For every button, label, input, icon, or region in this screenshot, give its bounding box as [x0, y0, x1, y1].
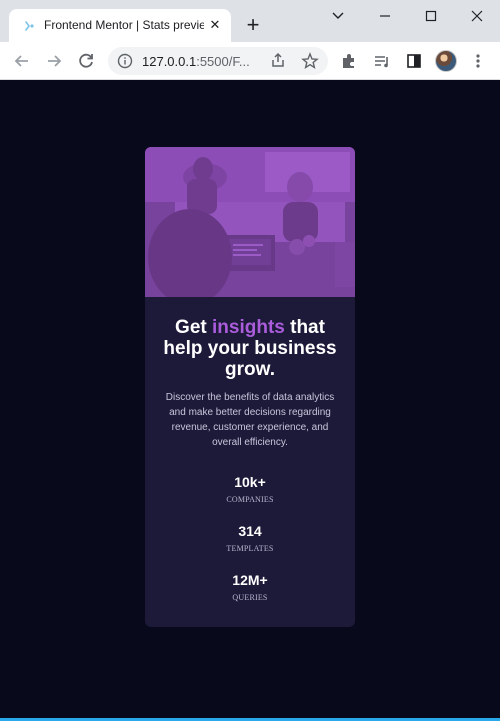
url-host: 127.0.0.1: [142, 54, 197, 69]
chevron-down-icon[interactable]: [327, 5, 349, 27]
heading-accent-word: insights: [212, 317, 285, 338]
card-heading: Get insights that help your business gro…: [157, 317, 343, 380]
back-arrow-icon[interactable]: [11, 50, 33, 72]
browser-tab[interactable]: Frontend Mentor | Stats preview card com…: [9, 9, 231, 42]
browser-tab-strip: Frontend Mentor | Stats preview card com…: [0, 0, 500, 42]
media-queue-icon[interactable]: [371, 50, 393, 72]
minimize-button[interactable]: [374, 5, 396, 27]
hero-image-office-team: [145, 147, 355, 297]
more-menu-icon[interactable]: [467, 50, 489, 72]
heading-text-start: Get: [175, 317, 212, 338]
profile-avatar[interactable]: [435, 50, 457, 72]
side-panel-icon[interactable]: [403, 50, 425, 72]
share-icon[interactable]: [267, 50, 289, 72]
stat-label: QUERIES: [232, 593, 268, 602]
favicon-icon: [22, 19, 36, 33]
url-text: 127.0.0.1:5500/F...: [142, 54, 262, 69]
stat-label: TEMPLATES: [226, 544, 274, 553]
stat-companies: 10k+ COMPANIES: [145, 474, 355, 504]
stat-queries: 12M+ QUERIES: [145, 572, 355, 602]
browser-toolbar: 127.0.0.1:5500/F...: [0, 42, 500, 80]
extensions-puzzle-icon[interactable]: [338, 50, 360, 72]
site-info-icon[interactable]: [117, 53, 133, 69]
tab-title: Frontend Mentor | Stats preview card com…: [44, 18, 204, 32]
forward-arrow-icon[interactable]: [43, 50, 65, 72]
new-tab-button[interactable]: +: [241, 14, 265, 38]
close-tab-icon[interactable]: ✕: [207, 17, 223, 33]
maximize-button[interactable]: [420, 5, 442, 27]
address-bar[interactable]: 127.0.0.1:5500/F...: [108, 47, 328, 75]
url-path: :5500/F...: [196, 54, 250, 69]
stat-templates: 314 TEMPLATES: [145, 523, 355, 553]
hero-color-overlay: [145, 147, 355, 297]
stat-value: 314: [238, 523, 262, 539]
card-description: Discover the benefits of data analytics …: [165, 392, 335, 448]
stat-label: COMPANIES: [226, 495, 274, 504]
bookmark-star-icon[interactable]: [299, 50, 321, 72]
stat-value: 10k+: [234, 474, 266, 490]
stat-value: 12M+: [232, 572, 268, 588]
stats-preview-card: Get insights that help your business gro…: [145, 147, 355, 627]
close-window-button[interactable]: [466, 5, 488, 27]
reload-icon[interactable]: [75, 50, 97, 72]
